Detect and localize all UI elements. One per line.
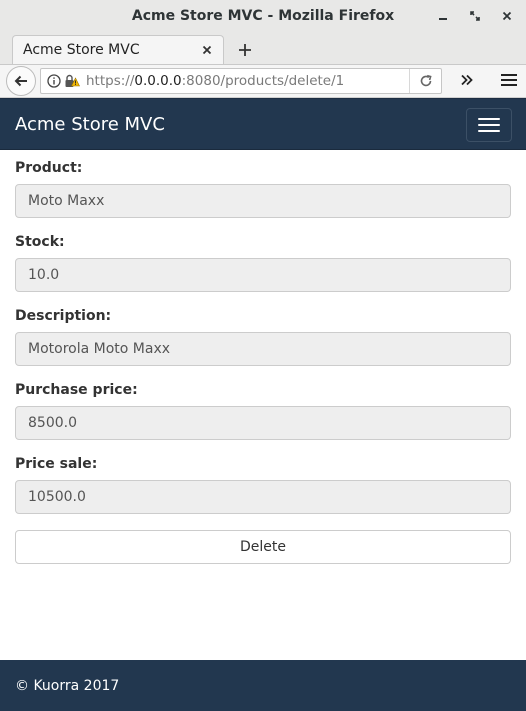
url-bar[interactable]: https://0.0.0.0:8080/products/delete/1 — [40, 68, 442, 94]
maximize-icon — [470, 11, 480, 21]
double-chevron-right-icon — [461, 74, 473, 85]
hamburger-icon-bar — [478, 130, 500, 132]
brand-link[interactable]: Acme Store MVC — [15, 114, 165, 135]
plus-icon — [239, 43, 251, 56]
tab-close-button[interactable] — [199, 43, 215, 58]
form-group-stock: Stock: 10.0 — [15, 234, 511, 292]
window-title: Acme Store MVC - Mozilla Firefox — [131, 8, 395, 24]
form-group-description: Description: Motorola Moto Maxx — [15, 308, 511, 366]
close-window-button[interactable] — [498, 7, 516, 25]
url-security-indicators[interactable] — [47, 74, 80, 88]
reload-button[interactable] — [409, 69, 441, 93]
app-navbar: Acme Store MVC — [0, 98, 526, 150]
form-group-product: Product: Moto Maxx — [15, 160, 511, 218]
tab-acme-store[interactable]: Acme Store MVC — [12, 35, 224, 64]
navbar-toggle-button[interactable] — [466, 108, 512, 142]
reload-icon — [420, 74, 432, 87]
browser-menu-button[interactable] — [500, 73, 518, 92]
purchase-price-field: 8500.0 — [15, 406, 511, 440]
window-controls — [434, 0, 516, 32]
field-label-purchase-price: Purchase price: — [15, 382, 138, 398]
stock-field: 10.0 — [15, 258, 511, 292]
url-path: :8080/products/delete/1 — [181, 73, 345, 89]
maximize-button[interactable] — [466, 7, 484, 25]
hamburger-icon-bar — [478, 118, 500, 120]
nav-bar: https://0.0.0.0:8080/products/delete/1 — [0, 64, 526, 98]
form-group-price-sale: Price sale: 10500.0 — [15, 456, 511, 514]
hamburger-menu-icon — [501, 73, 517, 86]
nav-right-controls — [460, 65, 518, 99]
back-button[interactable] — [6, 66, 36, 96]
delete-button[interactable]: Delete — [15, 530, 511, 564]
window-titlebar: Acme Store MVC - Mozilla Firefox — [0, 0, 526, 32]
price-sale-field: 10500.0 — [15, 480, 511, 514]
close-icon — [202, 45, 212, 54]
footer-copyright: © Kuorra 2017 — [15, 677, 120, 694]
product-field: Moto Maxx — [15, 184, 511, 218]
form-group-purchase-price: Purchase price: 8500.0 — [15, 382, 511, 440]
field-label-description: Description: — [15, 308, 112, 324]
tab-strip: Acme Store MVC — [0, 32, 526, 64]
field-label-stock: Stock: — [15, 234, 65, 250]
insecure-lock-icon — [65, 74, 80, 87]
overflow-menu-button[interactable] — [460, 73, 474, 92]
info-icon — [47, 74, 61, 88]
close-icon — [502, 11, 512, 21]
delete-product-form: Product: Moto Maxx Stock: 10.0 Descripti… — [0, 150, 526, 564]
field-label-price-sale: Price sale: — [15, 456, 98, 472]
hamburger-icon-bar — [478, 124, 500, 126]
back-arrow-icon — [14, 75, 27, 87]
url-text: https://0.0.0.0:8080/products/delete/1 — [86, 73, 344, 89]
minimize-button[interactable] — [434, 7, 452, 25]
url-scheme: https:// — [86, 73, 135, 89]
description-field: Motorola Moto Maxx — [15, 332, 511, 366]
minimize-icon — [439, 18, 447, 20]
page-footer: © Kuorra 2017 — [0, 660, 526, 711]
tab-title: Acme Store MVC — [23, 42, 140, 58]
url-host: 0.0.0.0 — [134, 73, 182, 89]
field-label-product: Product: — [15, 160, 83, 176]
new-tab-button[interactable] — [230, 35, 260, 64]
